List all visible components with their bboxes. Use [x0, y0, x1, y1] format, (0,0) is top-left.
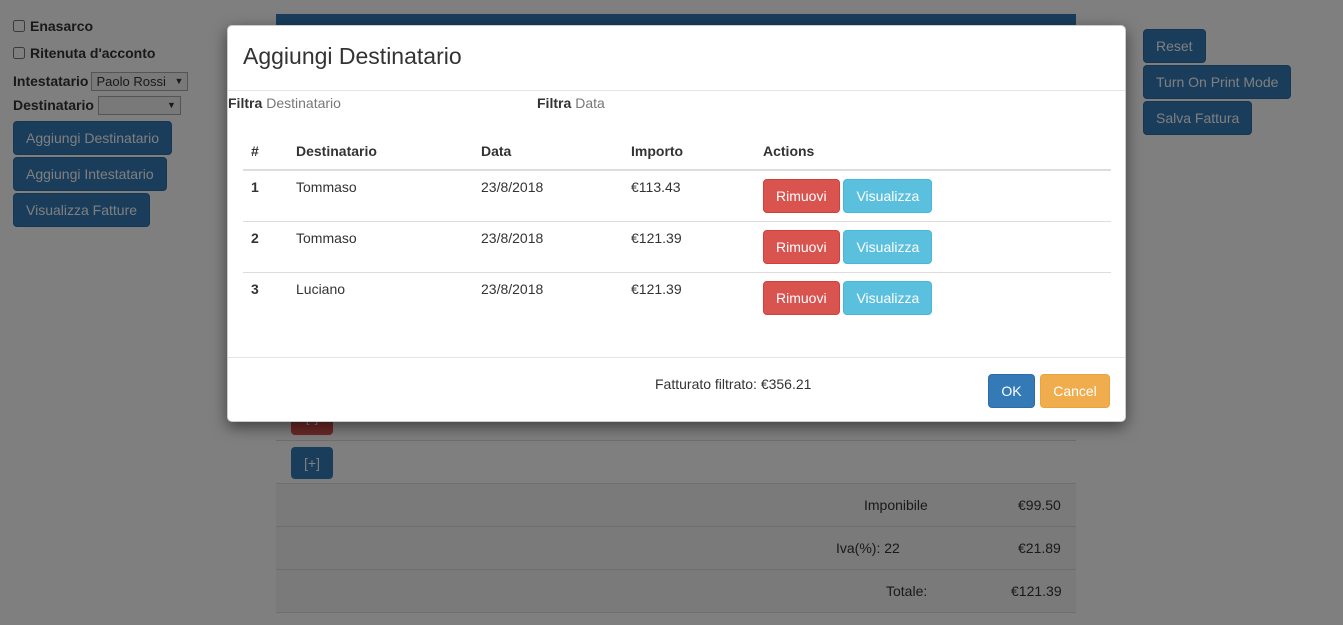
- filter-destinatario-input[interactable]: Destinatario: [266, 95, 341, 111]
- row-actions: Rimuovi Visualizza: [755, 272, 1111, 324]
- row-importo: €121.39: [623, 221, 755, 273]
- filter-label: Filtra: [228, 95, 263, 111]
- visualizza-button[interactable]: Visualizza: [843, 230, 933, 264]
- row-data: 23/8/2018: [473, 272, 623, 324]
- filter-data[interactable]: Filtra Data: [537, 95, 605, 111]
- row-number: 2: [243, 221, 288, 273]
- rimuovi-button[interactable]: Rimuovi: [763, 179, 840, 213]
- destinatari-table: # Destinatario Data Importo Actions 1 To…: [243, 132, 1111, 324]
- row-destinatario: Tommaso: [288, 221, 473, 273]
- modal-title: Aggiungi Destinatario: [243, 43, 462, 69]
- table-header: # Destinatario Data Importo Actions: [243, 132, 1111, 171]
- row-data: 23/8/2018: [473, 169, 623, 222]
- fatturato-filtrato: Fatturato filtrato: €356.21: [655, 376, 812, 392]
- column-header: Data: [473, 132, 623, 171]
- table-row: 2 Tommaso 23/8/2018 €121.39 Rimuovi Visu…: [243, 221, 1111, 273]
- row-number: 3: [243, 272, 288, 324]
- filter-destinatario[interactable]: Filtra Destinatario: [228, 95, 341, 111]
- column-header: #: [243, 132, 288, 171]
- filter-label: Filtra: [537, 95, 572, 111]
- modal-footer: Fatturato filtrato: €356.21 OK Cancel: [228, 357, 1125, 423]
- visualizza-button[interactable]: Visualizza: [843, 179, 933, 213]
- row-number: 1: [243, 169, 288, 222]
- row-importo: €121.39: [623, 272, 755, 324]
- column-header: Destinatario: [288, 132, 473, 171]
- cancel-button[interactable]: Cancel: [1040, 374, 1110, 408]
- aggiungi-destinatario-modal: Aggiungi Destinatario Filtra Destinatari…: [227, 25, 1126, 422]
- column-header: Actions: [755, 132, 1111, 171]
- ok-button[interactable]: OK: [988, 374, 1035, 408]
- row-actions: Rimuovi Visualizza: [755, 221, 1111, 273]
- footer-buttons: OK Cancel: [988, 374, 1110, 408]
- table-row: 1 Tommaso 23/8/2018 €113.43 Rimuovi Visu…: [243, 169, 1111, 222]
- row-destinatario: Luciano: [288, 272, 473, 324]
- visualizza-button[interactable]: Visualizza: [843, 281, 933, 315]
- row-actions: Rimuovi Visualizza: [755, 169, 1111, 222]
- row-data: 23/8/2018: [473, 221, 623, 273]
- row-destinatario: Tommaso: [288, 169, 473, 222]
- column-header: Importo: [623, 132, 755, 171]
- modal-header: Aggiungi Destinatario: [228, 26, 1125, 91]
- row-importo: €113.43: [623, 169, 755, 222]
- rimuovi-button[interactable]: Rimuovi: [763, 281, 840, 315]
- table-row: 3 Luciano 23/8/2018 €121.39 Rimuovi Visu…: [243, 272, 1111, 324]
- rimuovi-button[interactable]: Rimuovi: [763, 230, 840, 264]
- filters: Filtra Destinatario Filtra Data: [228, 95, 1125, 115]
- filter-data-input[interactable]: Data: [575, 95, 605, 111]
